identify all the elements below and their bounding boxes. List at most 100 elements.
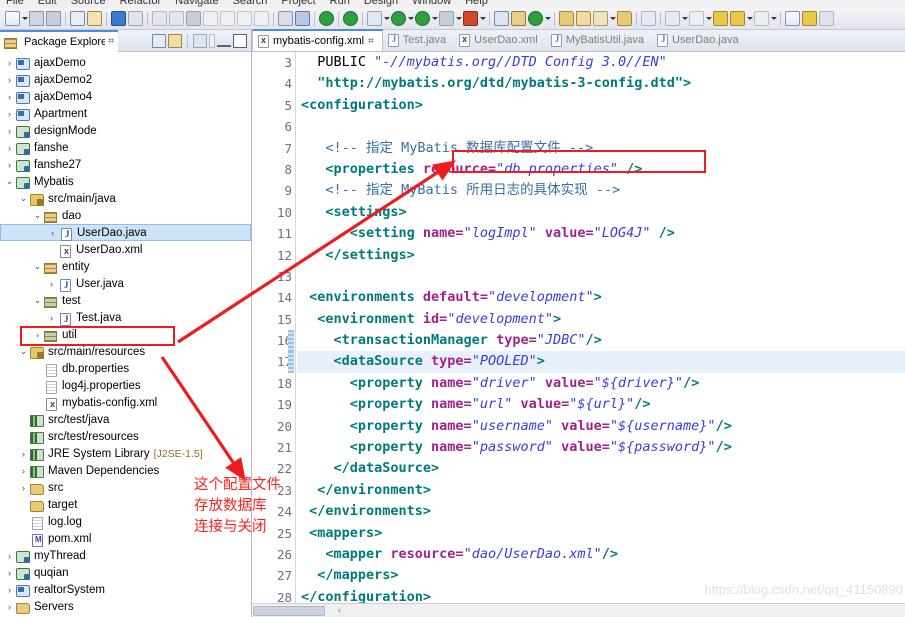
chevron-right-icon[interactable]: › (4, 75, 15, 85)
tree-item-src-test-resources[interactable]: ›src/test/resources (0, 428, 251, 445)
scroll-left-icon[interactable]: ‹ (338, 605, 341, 615)
new-java-class-icon[interactable] (494, 11, 509, 26)
chevron-right-icon[interactable]: › (4, 126, 15, 136)
tree-item-fanshe27[interactable]: › fanshe27 (0, 156, 251, 173)
view-options-icon[interactable] (209, 33, 215, 48)
next-dropdown-icon[interactable] (770, 11, 777, 26)
tree-item-dao[interactable]: ⌄ dao (0, 207, 251, 224)
chevron-down-icon[interactable]: ⌄ (18, 346, 29, 357)
tree-item-db-properties[interactable]: ›db.properties (0, 360, 251, 377)
external-tools-dropdown-icon[interactable] (479, 11, 486, 26)
code-line[interactable]: <environments default="development"> (297, 287, 905, 308)
undo-icon[interactable] (802, 11, 817, 26)
chevron-right-icon[interactable]: › (32, 330, 43, 340)
package-explorer-toolbar[interactable] (152, 33, 251, 48)
view-menu-icon[interactable] (193, 33, 207, 48)
tree-item-user-java[interactable]: › User.java (0, 275, 251, 292)
tree-item-log-log[interactable]: ›log.log (0, 513, 251, 530)
tree-item-ajaxdemo[interactable]: › ajaxDemo (0, 54, 251, 71)
code-line[interactable]: <mappers> (297, 523, 905, 544)
chevron-down-icon[interactable]: ⌄ (32, 210, 43, 221)
chevron-right-icon[interactable]: › (4, 143, 15, 153)
menu-navigate[interactable]: Navigate (175, 0, 218, 7)
format-icon[interactable] (70, 11, 85, 26)
coverage-icon[interactable] (439, 11, 454, 26)
menu-run[interactable]: Run (330, 0, 350, 7)
chevron-right-icon[interactable]: › (4, 160, 15, 170)
chevron-right-icon[interactable]: › (4, 58, 15, 68)
chevron-right-icon[interactable]: › (4, 551, 15, 561)
suspend-icon[interactable] (169, 11, 184, 26)
code-line[interactable]: </settings> (297, 245, 905, 266)
save-all-icon[interactable] (46, 11, 61, 26)
chevron-down-icon[interactable]: ⌄ (4, 176, 15, 187)
terminate-icon[interactable] (186, 11, 201, 26)
tree-item-realtorsystem[interactable]: › realtorSystem (0, 581, 251, 598)
code-line[interactable]: <dataSource type="POOLED"> (297, 351, 905, 373)
collapse-all-icon[interactable] (152, 33, 166, 48)
search-dropdown-icon[interactable] (609, 11, 616, 26)
main-toolbar[interactable] (0, 8, 905, 30)
run-secure-icon[interactable] (415, 11, 430, 26)
code-line[interactable]: <property name="driver" value="${driver}… (297, 373, 905, 394)
code-line[interactable]: <mapper resource="dao/UserDao.xml"/> (297, 544, 905, 565)
restart-server-icon[interactable] (343, 11, 358, 26)
tab-package-explorer[interactable]: Package Explorer ⌗ (0, 29, 118, 52)
coverage-dropdown-icon[interactable] (455, 11, 462, 26)
editor-tab-row[interactable]: mybatis-config.xml⌗ Test.java UserDao.xml M… (252, 29, 905, 52)
tree-item-target[interactable]: ›target (0, 496, 251, 513)
code-line[interactable]: <settings> (297, 202, 905, 223)
run-icon[interactable] (391, 11, 406, 26)
drop-to-frame-icon[interactable] (254, 11, 269, 26)
chevron-right-icon[interactable]: › (46, 313, 57, 323)
new-wizard-icon[interactable] (5, 11, 20, 26)
menu-refactor[interactable]: Refactor (120, 0, 162, 7)
code-line[interactable]: <property name="url" value="${url}"/> (297, 394, 905, 415)
menu-file[interactable]: File (6, 0, 24, 7)
chevron-down-icon[interactable]: ⌄ (32, 261, 43, 272)
debug-dropdown-icon[interactable] (383, 11, 390, 26)
editor-tab-mybatisutil-java[interactable]: MyBatisUtil.java (546, 29, 652, 51)
debug-icon[interactable] (367, 11, 382, 26)
new-wizard-dropdown-icon[interactable] (21, 11, 28, 26)
tree-item-src-test-java[interactable]: ›src/test/java (0, 411, 251, 428)
project-tree[interactable]: › ajaxDemo › ajaxDemo2 › ajaxDemo4 › Apartment ›… (0, 52, 251, 617)
code-line[interactable]: <!-- 指定 MyBatis 所用日志的具体实现 --> (297, 180, 905, 201)
code-line[interactable]: <property name="username" value="${usern… (297, 416, 905, 437)
next-annotation-icon[interactable] (641, 11, 656, 26)
tree-item-userdao-xml[interactable]: ›UserDao.xml (0, 241, 251, 258)
search-icon[interactable] (593, 11, 608, 26)
previous-annotation-icon[interactable] (665, 11, 680, 26)
tree-item-ajaxdemo2[interactable]: › ajaxDemo2 (0, 71, 251, 88)
code-line[interactable]: <property name="password" value="${passw… (297, 437, 905, 458)
chevron-right-icon[interactable]: › (4, 585, 15, 595)
tree-item-servers[interactable]: › Servers (0, 598, 251, 615)
chevron-down-icon[interactable]: ⌄ (18, 193, 29, 204)
code-line[interactable]: <environment id="development"> (297, 309, 905, 330)
code-line[interactable]: "http://mybatis.org/dtd/mybatis-3-config… (297, 73, 905, 94)
menu-window[interactable]: Window (412, 0, 451, 7)
tree-item-pom-xml[interactable]: ›pom.xml (0, 530, 251, 547)
tree-item-jre-system-library[interactable]: › JRE System Library [J2SE-1.5] (0, 445, 251, 462)
chevron-right-icon[interactable]: › (4, 109, 15, 119)
tree-item-src-main-resources[interactable]: ⌄ src/main/resources (0, 343, 251, 360)
code-line[interactable]: </dataSource> (297, 458, 905, 479)
code-line[interactable]: </environment> (297, 480, 905, 501)
chevron-right-icon[interactable]: › (18, 449, 29, 459)
code-line[interactable]: <!-- 指定 MyBatis 数据库配置文件 --> (297, 138, 905, 159)
tree-item-mybatis[interactable]: ⌄ Mybatis (0, 173, 251, 190)
step-over-icon[interactable] (220, 11, 235, 26)
next-icon[interactable] (754, 11, 769, 26)
menu-design[interactable]: Design (364, 0, 398, 7)
link-with-editor-icon[interactable] (168, 33, 182, 48)
menu-project[interactable]: Project (281, 0, 315, 7)
chevron-right-icon[interactable]: › (18, 483, 29, 493)
last-edit-dropdown-icon[interactable] (705, 11, 712, 26)
menu-list[interactable]: File Edit Source Refactor Navigate Searc… (0, 0, 905, 7)
redo-icon[interactable] (819, 11, 834, 26)
chevron-right-icon[interactable]: › (4, 568, 15, 578)
new-xml-icon[interactable] (278, 11, 293, 26)
code-line[interactable]: <configuration> (297, 95, 905, 116)
tree-item-mybatis-config-xml[interactable]: ›mybatis-config.xml (0, 394, 251, 411)
editor-tab-test-java[interactable]: Test.java (383, 29, 454, 51)
